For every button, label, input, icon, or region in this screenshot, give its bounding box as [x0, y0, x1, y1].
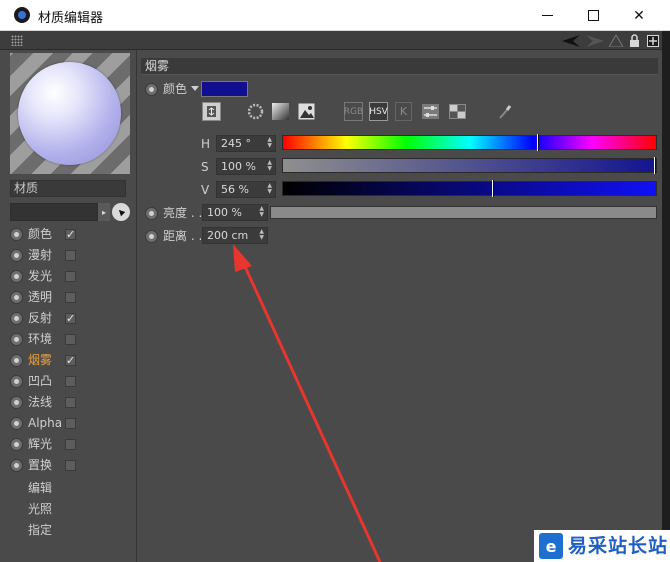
watermark-logo-icon: e — [539, 533, 563, 559]
right-edge-strip — [662, 31, 670, 562]
watermark-text: 易采站长站 — [568, 535, 669, 557]
watermark: e 易采站长站 — [534, 530, 670, 562]
annotation-arrow — [233, 244, 382, 562]
material-editor-window: 材质编辑器 ✕ 材质 ▸ 颜色 ✓ 漫射 发光 透明 反射 ✓ 环境 烟雾 ✓ 凹凸 法线 Alpha 辉… — [0, 0, 670, 562]
